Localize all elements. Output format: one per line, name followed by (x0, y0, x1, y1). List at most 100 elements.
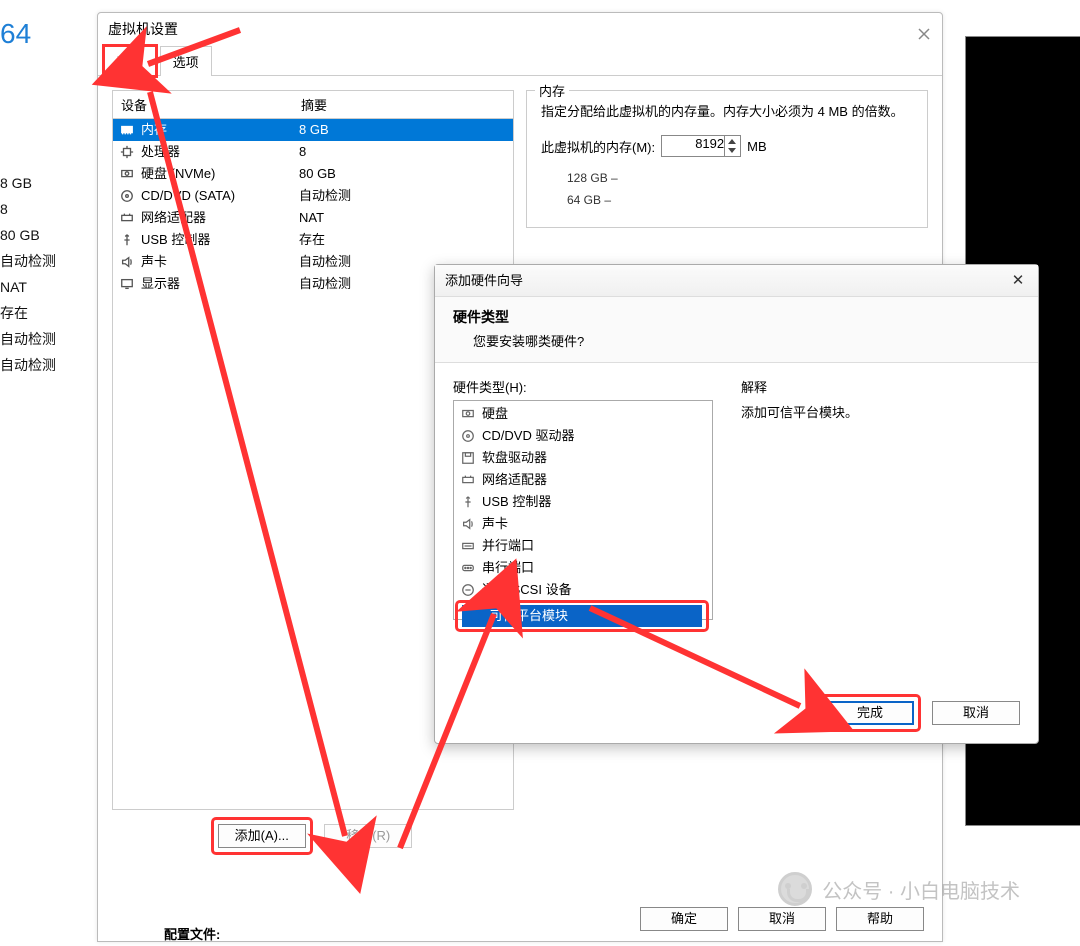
cd-icon (460, 428, 476, 444)
device-row[interactable]: CD/DVD (SATA) 自动检测 (113, 185, 513, 207)
device-name: 声卡 (141, 251, 167, 273)
bg-sidebar-item: 自动检测 (0, 352, 90, 378)
finish-button[interactable]: 完成 (826, 701, 914, 725)
memory-groupbox: 内存 指定分配给此虚拟机的内存量。内存大小必须为 4 MB 的倍数。 此虚拟机的… (526, 90, 928, 228)
hardware-type-name: 串行端口 (482, 557, 534, 579)
device-name: CD/DVD (SATA) (141, 185, 235, 207)
memory-description: 指定分配给此虚拟机的内存量。内存大小必须为 4 MB 的倍数。 (541, 103, 913, 121)
hardware-type-item[interactable]: 通用 SCSI 设备 (454, 579, 712, 601)
hardware-type-item[interactable]: 可信平台模块 (462, 605, 702, 627)
tpm-item-highlight: 可信平台模块 (458, 603, 706, 629)
sound-icon (460, 516, 476, 532)
memory-label: 此虚拟机的内存(M): (541, 137, 655, 156)
memory-value: 8192 (695, 136, 724, 151)
finish-button-highlight: 完成 (822, 697, 918, 729)
add-button[interactable]: 添加(A)... (218, 824, 306, 848)
memory-icon (119, 122, 135, 138)
wizard-heading: 硬件类型 (453, 307, 1020, 327)
device-summary: 80 GB (293, 163, 513, 185)
device-name: 硬盘 (NVMe) (141, 163, 215, 185)
memory-scale-mark: 64 GB – (567, 193, 913, 215)
device-summary: 自动检测 (293, 185, 513, 207)
bg-sidebar-item: 自动检测 (0, 248, 90, 274)
column-device[interactable]: 设备 (113, 91, 293, 119)
device-row[interactable]: 硬盘 (NVMe) 80 GB (113, 163, 513, 185)
display-icon (119, 276, 135, 292)
hardware-type-name: CD/DVD 驱动器 (482, 425, 574, 447)
hardware-type-name: 硬盘 (482, 403, 508, 425)
net-icon (460, 472, 476, 488)
serial-icon (460, 560, 476, 576)
device-row[interactable]: 处理器 8 (113, 141, 513, 163)
bg-sidebar-item: 存在 (0, 300, 90, 326)
device-summary: 8 (293, 141, 513, 163)
cd-icon (119, 188, 135, 204)
hardware-type-item[interactable]: 软盘驱动器 (454, 447, 712, 469)
add-hardware-wizard-dialog: 添加硬件向导 ✕ 硬件类型 您要安装哪类硬件? 硬件类型(H): 硬盘CD/DV… (434, 264, 1039, 744)
net-icon (119, 210, 135, 226)
memory-input[interactable]: 8192 (661, 135, 741, 157)
hardware-type-item[interactable]: 硬盘 (454, 403, 712, 425)
wizard-close-icon[interactable]: ✕ (1008, 265, 1028, 297)
device-summary: NAT (293, 207, 513, 229)
background-title: 64 (0, 18, 31, 50)
device-row[interactable]: 网络适配器 NAT (113, 207, 513, 229)
config-file-label: 配置文件: (164, 924, 220, 943)
hardware-type-name: 并行端口 (482, 535, 534, 557)
cancel-button[interactable]: 取消 (738, 907, 826, 931)
hardware-type-item[interactable]: 网络适配器 (454, 469, 712, 491)
device-row[interactable]: 内存 8 GB (113, 119, 513, 141)
device-name: 处理器 (141, 141, 180, 163)
scsi-icon (460, 582, 476, 598)
column-summary[interactable]: 摘要 (293, 91, 513, 119)
hardware-type-label: 硬件类型(H): (453, 377, 713, 396)
memory-spinner[interactable] (724, 136, 740, 156)
hardware-type-name: 通用 SCSI 设备 (482, 579, 572, 601)
bg-sidebar-item: 8 (0, 196, 90, 222)
wizard-cancel-button[interactable]: 取消 (932, 701, 1020, 725)
help-button[interactable]: 帮助 (836, 907, 924, 931)
disk-icon (119, 166, 135, 182)
device-name: 网络适配器 (141, 207, 206, 229)
tab-options[interactable]: 选项 (160, 46, 212, 76)
explanation-text: 添加可信平台模块。 (741, 402, 1020, 421)
device-summary: 存在 (293, 229, 513, 251)
hardware-type-listbox[interactable]: 硬盘CD/DVD 驱动器软盘驱动器网络适配器USB 控制器声卡并行端口串行端口通… (453, 400, 713, 620)
device-name: 内存 (141, 119, 167, 141)
hardware-type-name: 可信平台模块 (488, 605, 570, 627)
bg-sidebar-item: NAT (0, 274, 90, 300)
disk-icon (460, 406, 476, 422)
device-summary: 8 GB (293, 119, 513, 141)
bg-sidebar-item: 8 GB (0, 170, 90, 196)
remove-button[interactable]: 移除(R) (324, 824, 412, 848)
usb-icon (460, 494, 476, 510)
hardware-type-name: USB 控制器 (482, 491, 551, 513)
background-sidebar: 8 GB880 GB自动检测NAT存在自动检测自动检测 (0, 170, 90, 378)
close-icon[interactable] (916, 21, 932, 37)
settings-tabs: 硬件 选项 (98, 45, 942, 76)
cpu-icon (119, 144, 135, 160)
hardware-type-item[interactable]: 并行端口 (454, 535, 712, 557)
hardware-type-name: 软盘驱动器 (482, 447, 547, 469)
device-name: USB 控制器 (141, 229, 210, 251)
memory-scale-mark: 128 GB – (567, 171, 913, 193)
add-button-highlight: 添加(A)... (214, 820, 310, 852)
hardware-type-item[interactable]: USB 控制器 (454, 491, 712, 513)
hardware-type-item[interactable]: CD/DVD 驱动器 (454, 425, 712, 447)
hardware-type-item[interactable]: 串行端口 (454, 557, 712, 579)
wizard-title: 添加硬件向导 (445, 265, 523, 297)
hardware-type-name: 声卡 (482, 513, 508, 535)
memory-unit: MB (747, 139, 767, 154)
bg-sidebar-item: 自动检测 (0, 326, 90, 352)
device-name: 显示器 (141, 273, 180, 295)
ok-button[interactable]: 确定 (640, 907, 728, 931)
wizard-subheading: 您要安装哪类硬件? (473, 331, 1020, 350)
hardware-type-item[interactable]: 声卡 (454, 513, 712, 535)
wizard-titlebar[interactable]: 添加硬件向导 ✕ (435, 265, 1038, 297)
explanation-label: 解释 (741, 377, 1020, 396)
tab-hardware[interactable]: 硬件 (104, 46, 156, 76)
settings-titlebar[interactable]: 虚拟机设置 (98, 13, 942, 45)
watermark-text: 公众号 · 小白电脑技术 (822, 875, 1020, 904)
watermark: 公众号 · 小白电脑技术 (778, 872, 1020, 906)
device-row[interactable]: USB 控制器 存在 (113, 229, 513, 251)
